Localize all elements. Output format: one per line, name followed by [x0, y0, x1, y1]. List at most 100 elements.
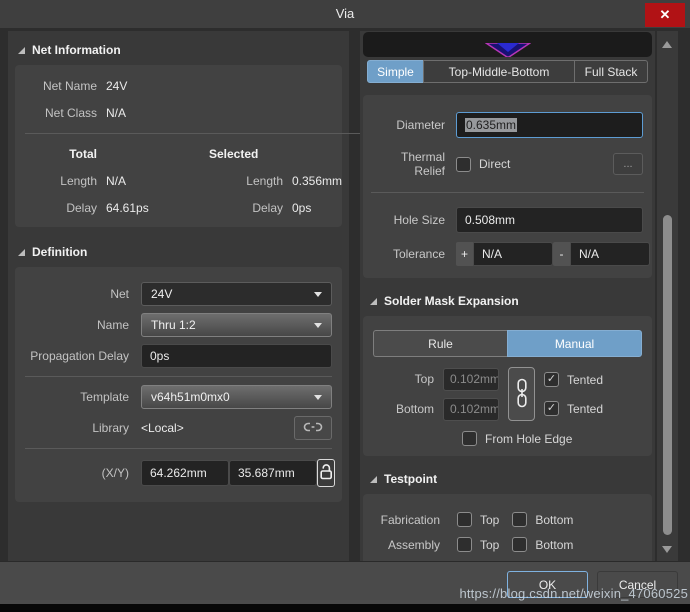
assembly-bottom-checkbox[interactable]: [512, 537, 527, 552]
fabrication-top-checkbox[interactable]: [457, 512, 472, 527]
x-coordinate-input[interactable]: 64.262mm: [141, 460, 229, 486]
tab-label: Top-Middle-Bottom: [449, 65, 550, 79]
assembly-label: Assembly: [373, 538, 457, 552]
scroll-down-icon[interactable]: [662, 546, 672, 553]
definition-group: Net 24V Name Thru 1:2 Propagation Delay …: [15, 267, 342, 502]
sm-top-input[interactable]: 0.102mm: [443, 368, 499, 391]
net-class-label: Net Class: [23, 106, 97, 120]
assembly-top-label: Top: [480, 538, 499, 552]
close-button[interactable]: ✕: [645, 3, 685, 27]
scroll-up-icon[interactable]: [662, 41, 672, 48]
from-hole-edge-checkbox[interactable]: [462, 431, 477, 446]
cancel-button-label: Cancel: [619, 578, 656, 592]
thermal-relief-more-button[interactable]: ...: [613, 153, 643, 175]
ellipsis-icon: ...: [623, 158, 632, 170]
collapse-triangle-icon: [370, 298, 377, 305]
tolerance-label: Tolerance: [372, 247, 456, 261]
template-dropdown-value: v64h51m0mx0: [151, 390, 230, 404]
section-header-label: Solder Mask Expansion: [384, 294, 519, 308]
chevron-down-icon: [314, 323, 322, 328]
fabrication-top-label: Top: [480, 513, 499, 527]
library-link-button[interactable]: [294, 416, 332, 440]
tab-simple[interactable]: Simple: [367, 60, 424, 83]
stack-properties-group: Diameter 0.635mm Thermal Relief Direct .…: [363, 95, 652, 278]
chain-link-icon: [515, 378, 529, 411]
template-dropdown[interactable]: v64h51m0mx0: [141, 385, 332, 409]
manual-toggle-button[interactable]: Manual: [507, 330, 642, 357]
toggle-label: Rule: [428, 337, 453, 351]
section-net-information[interactable]: Net Information: [8, 31, 349, 65]
y-coordinate-input[interactable]: 35.687mm: [229, 460, 317, 486]
tented-top-checkbox[interactable]: ✓: [544, 372, 559, 387]
total-length-value: N/A: [106, 174, 186, 188]
collapse-triangle-icon: [18, 47, 25, 54]
tolerance-minus-value: N/A: [579, 247, 599, 261]
fabrication-label: Fabrication: [373, 513, 457, 527]
sm-bottom-label: Bottom: [371, 402, 443, 416]
rule-toggle-button[interactable]: Rule: [373, 330, 507, 357]
right-panel: Simple Top-Middle-Bottom Full Stack Diam…: [360, 31, 655, 561]
testpoint-group: Fabrication Top Bottom Assembly Top Bott…: [363, 494, 652, 566]
tab-full-stack[interactable]: Full Stack: [574, 60, 648, 83]
close-icon: ✕: [660, 7, 671, 23]
left-panel: Net Information Net Name 24V Net Class N…: [8, 31, 349, 561]
solder-mask-mode-toggle: Rule Manual: [373, 330, 642, 357]
unlocked-padlock-icon: [318, 463, 334, 484]
divider: [25, 448, 332, 449]
name-dropdown-value: Thru 1:2: [151, 318, 196, 332]
name-dropdown[interactable]: Thru 1:2: [141, 313, 332, 337]
sm-bottom-input[interactable]: 0.102mm: [443, 398, 499, 421]
tolerance-plus-sign: +: [456, 242, 473, 266]
tolerance-minus-sign: -: [553, 242, 570, 266]
net-information-group: Net Name 24V Net Class N/A Total Selecte…: [15, 65, 342, 227]
divider: [25, 376, 332, 377]
diameter-value: 0.635mm: [465, 118, 517, 132]
net-name-value: 24V: [106, 79, 186, 93]
sm-bottom-value: 0.102mm: [450, 402, 499, 416]
net-dropdown[interactable]: 24V: [141, 282, 332, 306]
right-panel-scrollbar[interactable]: [657, 31, 678, 561]
library-value: <Local>: [141, 421, 184, 435]
thermal-relief-label: Thermal Relief: [372, 150, 456, 178]
check-icon: ✓: [547, 374, 556, 385]
collapse-triangle-icon: [18, 249, 25, 256]
tab-label: Simple: [377, 65, 414, 79]
y-coordinate-value: 35.687mm: [238, 466, 295, 480]
window-bottom-edge: [0, 604, 690, 612]
ok-button-label: OK: [539, 578, 556, 592]
solder-mask-group: Rule Manual Top 0.102mm Bottom: [363, 316, 652, 456]
divider: [371, 192, 644, 193]
selected-length-label: Length: [195, 174, 283, 188]
chevron-down-icon: [314, 395, 322, 400]
template-label: Template: [25, 390, 141, 404]
section-solder-mask-expansion[interactable]: Solder Mask Expansion: [360, 278, 655, 316]
tab-top-middle-bottom[interactable]: Top-Middle-Bottom: [423, 60, 575, 83]
net-name-label: Net Name: [23, 79, 97, 93]
dialog-title: Via: [0, 6, 690, 21]
tolerance-plus-input[interactable]: N/A: [473, 242, 553, 266]
cancel-button[interactable]: Cancel: [597, 571, 678, 598]
tented-bottom-checkbox[interactable]: ✓: [544, 401, 559, 416]
section-testpoint[interactable]: Testpoint: [360, 456, 655, 494]
tolerance-minus-input[interactable]: N/A: [570, 242, 650, 266]
lock-coordinates-button[interactable]: [317, 459, 335, 487]
fabrication-bottom-checkbox[interactable]: [512, 512, 527, 527]
hole-size-input[interactable]: 0.508mm: [456, 207, 643, 233]
direct-checkbox[interactable]: [456, 157, 471, 172]
propagation-delay-label: Propagation Delay: [25, 349, 141, 363]
tab-label: Full Stack: [585, 65, 638, 79]
link-top-bottom-button[interactable]: [508, 367, 535, 421]
via-dialog: Via ✕ Net Information Net Name 24V Net C…: [0, 0, 690, 612]
selected-delay-label: Delay: [195, 201, 283, 215]
hole-size-label: Hole Size: [372, 213, 456, 227]
ok-button[interactable]: OK: [507, 571, 588, 598]
assembly-top-checkbox[interactable]: [457, 537, 472, 552]
diameter-input[interactable]: 0.635mm: [456, 112, 643, 138]
propagation-delay-value: 0ps: [150, 349, 169, 363]
scrollbar-thumb[interactable]: [663, 215, 672, 535]
propagation-delay-input[interactable]: 0ps: [141, 344, 332, 368]
total-delay-value: 64.61ps: [106, 201, 186, 215]
section-definition[interactable]: Definition: [8, 227, 349, 267]
title-bar[interactable]: Via ✕: [0, 0, 690, 28]
library-label: Library: [25, 421, 141, 435]
